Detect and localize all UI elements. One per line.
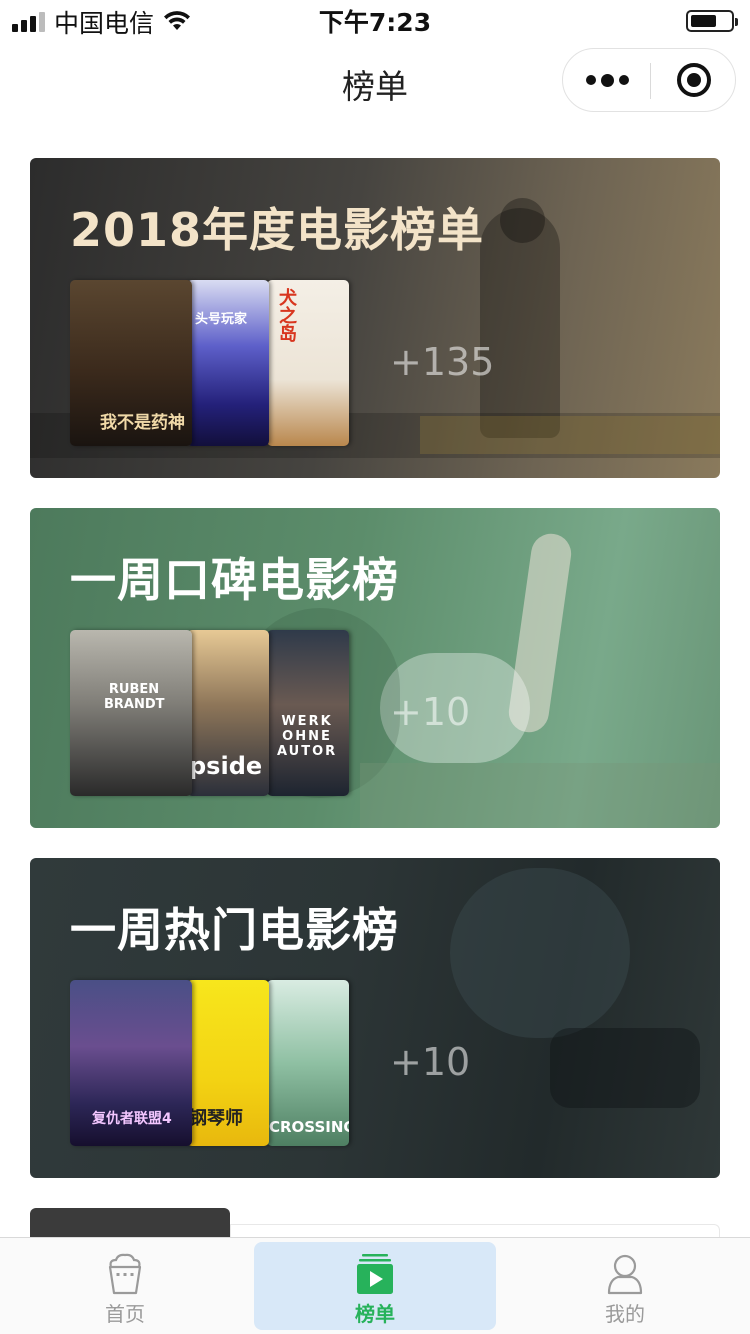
page: 中国电信 下午7:23 榜单 2018年度电影榜单 我不是药神 头号玩家 犬之岛… (0, 0, 750, 1334)
mini-program-capsule (562, 48, 736, 112)
rank-card-annual[interactable]: 2018年度电影榜单 我不是药神 头号玩家 犬之岛 +135 (30, 158, 720, 478)
popcorn-icon (108, 1253, 142, 1295)
play-list-icon (357, 1254, 393, 1294)
more-options-button[interactable] (563, 49, 651, 111)
battery-fill (691, 15, 716, 27)
poster-2: pside (187, 630, 269, 796)
card-count: +135 (390, 340, 495, 384)
nav-bar: 榜单 (0, 40, 750, 128)
user-icon (607, 1254, 643, 1295)
rank-card-weekly-rated[interactable]: 一周口碑电影榜 RUBEN BRANDT pside WERK OHNE AUT… (30, 508, 720, 828)
poster-1: 复仇者联盟4 (70, 980, 192, 1146)
clock: 下午7:23 (318, 8, 432, 37)
rank-card-weekly-hot[interactable]: 一周热门电影榜 复仇者联盟4 钢琴师 CROSSING +10 (30, 858, 720, 1178)
tab-mine[interactable]: 我的 (504, 1242, 746, 1330)
poster-stack: RUBEN BRANDT pside WERK OHNE AUTOR (70, 630, 350, 798)
card-title: 一周口碑电影榜 (70, 553, 399, 607)
tab-label: 榜单 (355, 1302, 395, 1326)
tab-label: 我的 (605, 1302, 645, 1326)
card-title: 一周热门电影榜 (70, 903, 399, 957)
card-count: +10 (390, 690, 471, 734)
tab-home[interactable]: 首页 (4, 1242, 246, 1330)
card-title: 2018年度电影榜单 (70, 203, 485, 257)
card-count: +10 (390, 1040, 471, 1084)
poster-3: CROSSING (267, 980, 349, 1146)
capsule-divider (650, 63, 651, 99)
poster-1: 我不是药神 (70, 280, 192, 446)
tab-bar: 首页 榜单 我的 (0, 1237, 750, 1334)
poster-1: RUBEN BRANDT (70, 630, 192, 796)
poster-3: 犬之岛 (267, 280, 349, 446)
poster-stack: 我不是药神 头号玩家 犬之岛 (70, 280, 350, 448)
tab-label: 首页 (105, 1302, 145, 1326)
battery-icon (686, 10, 738, 32)
tab-ranking[interactable]: 榜单 (254, 1242, 496, 1330)
status-bar: 中国电信 下午7:23 (0, 0, 750, 40)
close-target-button[interactable] (677, 63, 711, 97)
poster-3: WERK OHNE AUTOR (267, 630, 349, 796)
poster-stack: 复仇者联盟4 钢琴师 CROSSING (70, 980, 350, 1148)
poster-2: 钢琴师 (187, 980, 269, 1146)
poster-2: 头号玩家 (187, 280, 269, 446)
